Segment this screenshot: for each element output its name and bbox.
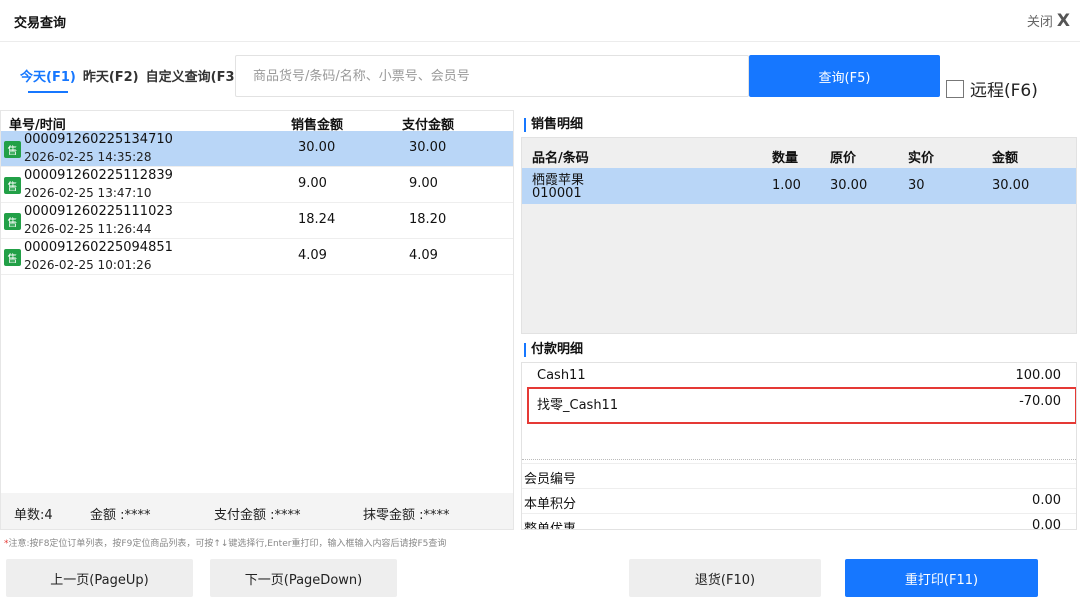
item-orig-price: 30.00 bbox=[830, 178, 868, 193]
next-page-button[interactable]: 下一页(PageDown) bbox=[210, 559, 397, 597]
sale-amount: 9.00 bbox=[298, 176, 327, 191]
sale-amount: 4.09 bbox=[298, 248, 327, 263]
order-row[interactable]: 售 000091260225111023 2026-02-25 11:26:44… bbox=[1, 203, 513, 239]
order-time: 2026-02-25 10:01:26 bbox=[24, 258, 152, 272]
total-amount: 金额 :**** bbox=[90, 508, 151, 523]
discount-value: 0.00 bbox=[1032, 518, 1061, 530]
tab-yesterday[interactable]: 昨天(F2) bbox=[83, 66, 139, 93]
rounding-amount: 抹零金额 :**** bbox=[363, 508, 450, 523]
sale-badge-icon: 售 bbox=[4, 249, 21, 266]
points-value: 0.00 bbox=[1032, 493, 1061, 508]
header-qty: 数量 bbox=[772, 151, 799, 166]
payment-detail-table: Cash11 100.00 找零_Cash11 -70.00 会员编号 本单积分… bbox=[521, 362, 1077, 530]
detail-panel: 销售明细 品名/条码 数量 原价 实价 金额 栖霞苹果 010001 1.00 … bbox=[518, 110, 1080, 530]
points-label: 本单积分 bbox=[524, 497, 577, 512]
member-id-label: 会员编号 bbox=[524, 472, 577, 487]
order-row[interactable]: 售 000091260225094851 2026-02-25 10:01:26… bbox=[1, 239, 513, 275]
item-price: 30 bbox=[908, 178, 925, 193]
item-qty: 1.00 bbox=[772, 178, 801, 193]
sale-badge-icon: 售 bbox=[4, 141, 21, 158]
item-amount: 30.00 bbox=[992, 178, 1030, 193]
divider bbox=[522, 459, 1076, 460]
payment-name: Cash11 bbox=[537, 368, 586, 383]
window-title: 交易查询 bbox=[14, 16, 67, 31]
item-barcode: 010001 bbox=[532, 186, 582, 201]
pay-amount: 30.00 bbox=[409, 140, 447, 155]
return-button[interactable]: 退货(F10) bbox=[629, 559, 821, 597]
remote-checkbox[interactable]: 远程(F6) bbox=[946, 76, 1038, 101]
reprint-button[interactable]: 重打印(F11) bbox=[845, 559, 1038, 597]
search-input[interactable] bbox=[235, 55, 749, 97]
order-number: 000091260225134710 bbox=[24, 132, 173, 147]
query-button[interactable]: 查询(F5) bbox=[749, 55, 940, 97]
order-list-panel: 单号/时间 销售金额 支付金额 售 000091260225134710 202… bbox=[0, 110, 514, 530]
hint-text: 注意:按F8定位订单列表，按F9定位商品列表，可按↑↓键选择行,Enter重打印… bbox=[8, 539, 447, 549]
order-list-header: 单号/时间 销售金额 支付金额 bbox=[1, 111, 513, 133]
header-price: 实价 bbox=[908, 151, 935, 166]
sales-detail-row[interactable]: 栖霞苹果 010001 1.00 30.00 30 30.00 bbox=[522, 168, 1076, 204]
order-row[interactable]: 售 000091260225134710 2026-02-25 14:35:28… bbox=[1, 131, 513, 167]
sale-badge-icon: 售 bbox=[4, 213, 21, 230]
prev-page-button[interactable]: 上一页(PageUp) bbox=[6, 559, 193, 597]
pay-amount: 18.20 bbox=[409, 212, 447, 227]
order-time: 2026-02-25 11:26:44 bbox=[24, 222, 152, 236]
order-count: 单数:4 bbox=[14, 508, 53, 523]
member-id-row: 会员编号 bbox=[522, 463, 1076, 488]
total-pay-amount: 支付金额 :**** bbox=[214, 508, 301, 523]
keyboard-hint: *注意:按F8定位订单列表，按F9定位商品列表，可按↑↓键选择行,Enter重打… bbox=[4, 536, 446, 549]
sale-amount: 30.00 bbox=[298, 140, 336, 155]
tab-custom-query[interactable]: 自定义查询(F3) bbox=[146, 66, 241, 93]
order-time: 2026-02-25 14:35:28 bbox=[24, 150, 152, 164]
sales-detail-table: 品名/条码 数量 原价 实价 金额 栖霞苹果 010001 1.00 30.00… bbox=[521, 137, 1077, 334]
date-tabs: 今天(F1) 昨天(F2) 自定义查询(F3) bbox=[20, 66, 240, 93]
sale-badge-icon: 售 bbox=[4, 177, 21, 194]
close-label: 关闭 bbox=[1026, 15, 1053, 30]
header-item-name: 品名/条码 bbox=[532, 151, 589, 166]
change-highlight-box bbox=[527, 387, 1076, 424]
discount-row: 整单优惠 0.00 bbox=[522, 513, 1076, 530]
sales-detail-header: 品名/条码 数量 原价 实价 金额 bbox=[522, 138, 1076, 168]
title-bar: 交易查询 关闭 X bbox=[0, 0, 1080, 42]
close-icon: X bbox=[1056, 10, 1070, 31]
payment-row: Cash11 100.00 bbox=[522, 363, 1076, 389]
points-row: 本单积分 0.00 bbox=[522, 488, 1076, 513]
pay-amount: 4.09 bbox=[409, 248, 438, 263]
pay-amount: 9.00 bbox=[409, 176, 438, 191]
order-row[interactable]: 售 000091260225112839 2026-02-25 13:47:10… bbox=[1, 167, 513, 203]
order-number: 000091260225111023 bbox=[24, 204, 173, 219]
checkbox-icon[interactable] bbox=[946, 79, 964, 98]
header-orig-price: 原价 bbox=[830, 151, 857, 166]
payment-amount: 100.00 bbox=[1015, 368, 1062, 383]
order-number: 000091260225112839 bbox=[24, 168, 173, 183]
remote-label: 远程(F6) bbox=[970, 81, 1038, 101]
payment-detail-title: 付款明细 bbox=[524, 343, 583, 357]
order-time: 2026-02-25 13:47:10 bbox=[24, 186, 152, 200]
tab-today[interactable]: 今天(F1) bbox=[20, 66, 76, 93]
close-button[interactable]: 关闭 X bbox=[1027, 11, 1070, 30]
order-number: 000091260225094851 bbox=[24, 240, 173, 255]
order-summary-bar: 单数:4 金额 :**** 支付金额 :**** 抹零金额 :**** bbox=[1, 493, 513, 529]
discount-label: 整单优惠 bbox=[524, 522, 577, 530]
sale-amount: 18.24 bbox=[298, 212, 336, 227]
sales-detail-title: 销售明细 bbox=[524, 118, 583, 132]
header-amount: 金额 bbox=[992, 151, 1019, 166]
